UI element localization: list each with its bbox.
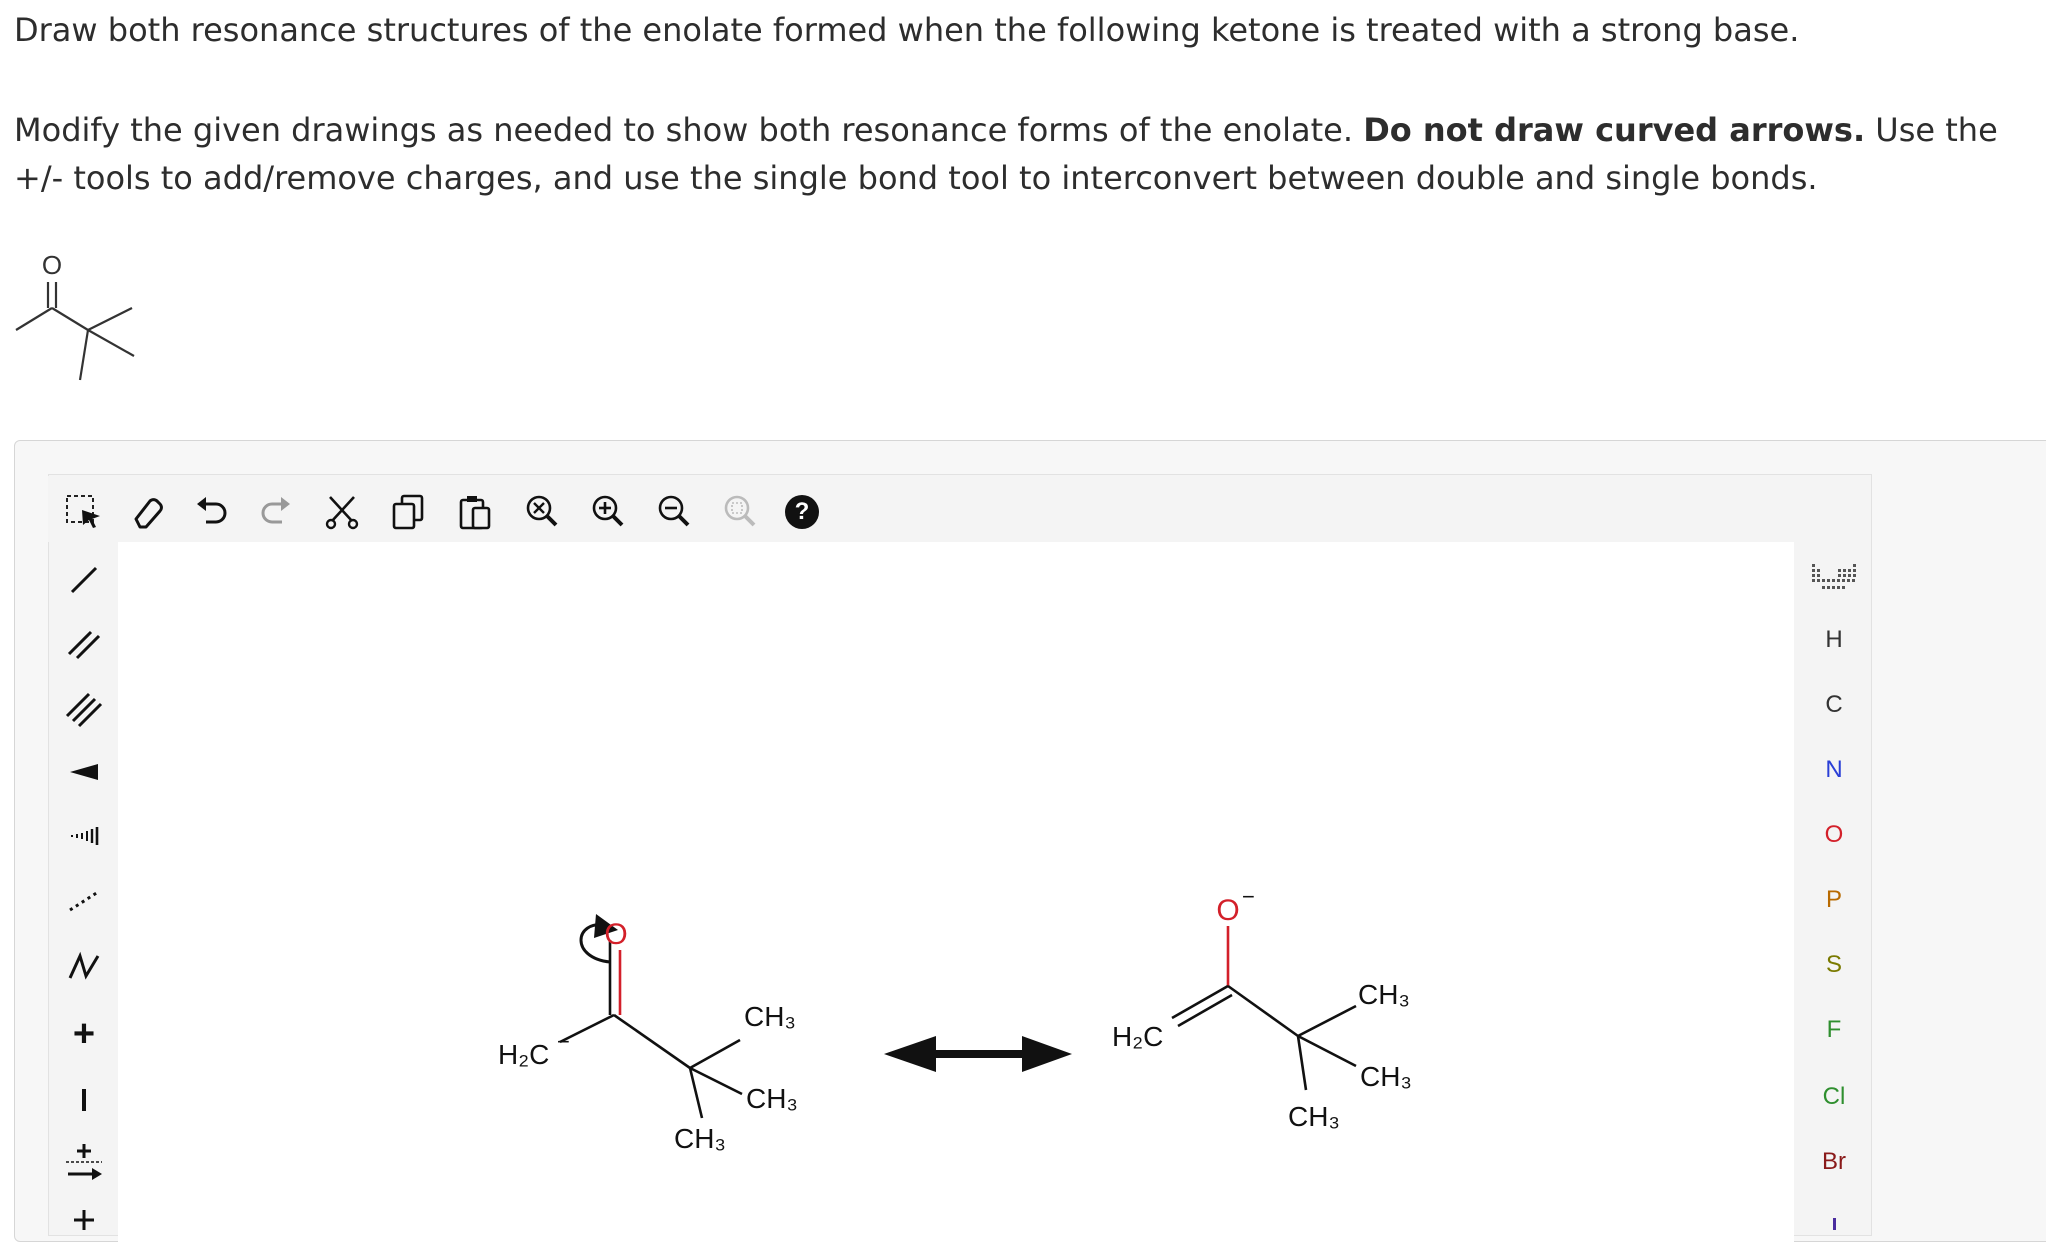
left-resonance-structure[interactable]: O H₂C − CH₃ CH₃ CH₃ [498, 914, 798, 1154]
right-resonance-structure[interactable]: O − H₂C CH₃ CH₃ CH₃ [1112, 884, 1412, 1132]
right-ch3-top: CH₃ [1358, 979, 1410, 1010]
left-h2c-charge: − [557, 1029, 570, 1054]
right-ch3-right: CH₃ [1360, 1061, 1412, 1092]
left-oxygen-label: O [604, 918, 627, 951]
resonance-arrow[interactable] [884, 1036, 1072, 1072]
right-h2c-label: H₂C [1112, 1021, 1163, 1052]
right-oxygen-charge: − [1242, 884, 1255, 909]
left-h2c-label: H₂C [498, 1039, 549, 1070]
right-ch3-bottom: CH₃ [1288, 1101, 1340, 1132]
left-ch3-right: CH₃ [746, 1083, 798, 1114]
left-ch3-bottom: CH₃ [674, 1123, 726, 1154]
right-oxygen-label: O [1216, 894, 1239, 927]
canvas-structures: O H₂C − CH₃ CH₃ CH₃ O − H₂C CH₃ CH₃ CH₃ [498, 884, 1412, 1154]
left-ch3-top: CH₃ [744, 1001, 796, 1032]
